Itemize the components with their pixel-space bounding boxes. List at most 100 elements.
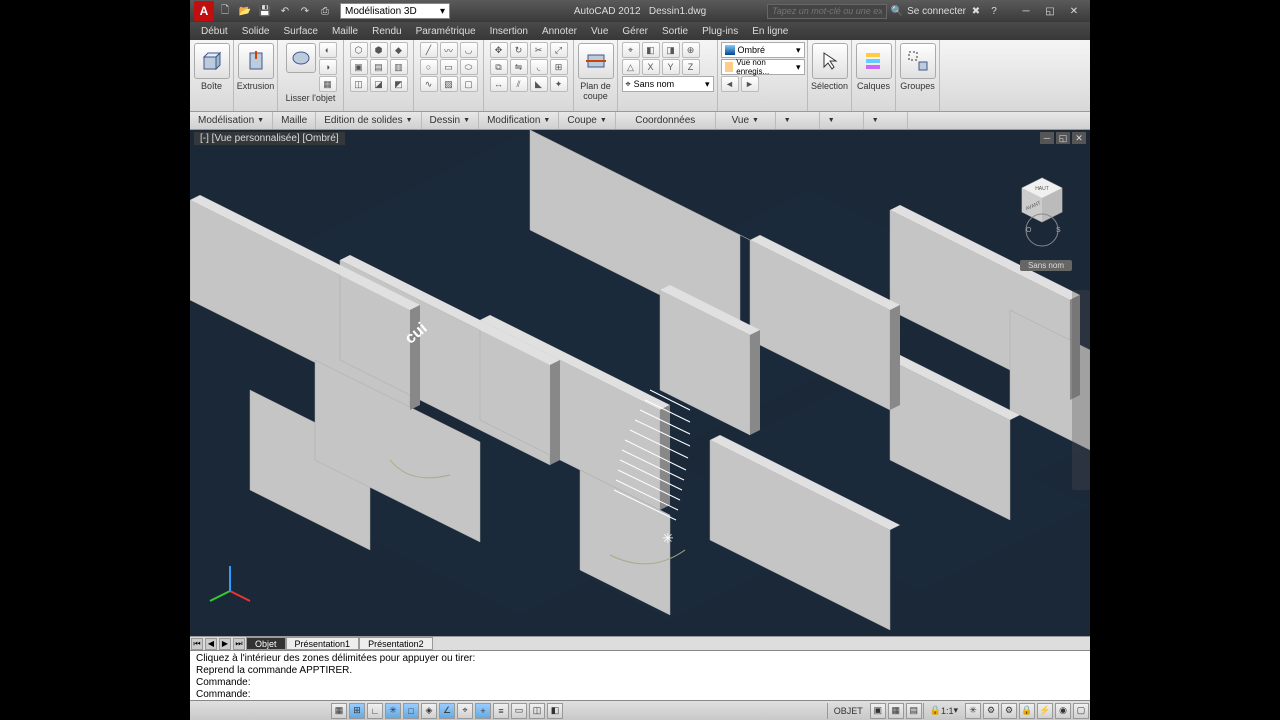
- trim-icon[interactable]: ✂: [530, 42, 548, 58]
- redo-icon[interactable]: ↷: [298, 4, 312, 18]
- status-objet[interactable]: OBJET: [827, 703, 869, 719]
- 3dosnap-toggle[interactable]: ◈: [421, 703, 437, 719]
- qview-layouts-icon[interactable]: ▤: [906, 703, 922, 719]
- presspull-icon[interactable]: ▦: [319, 76, 337, 92]
- osnap-toggle[interactable]: □: [403, 703, 419, 719]
- union-icon[interactable]: ⬡: [350, 42, 368, 58]
- polar-toggle[interactable]: ✳: [385, 703, 401, 719]
- menu-debut[interactable]: Début: [194, 24, 235, 39]
- ptab-sel[interactable]: ▼: [776, 112, 820, 129]
- circle-icon[interactable]: ○: [420, 59, 438, 75]
- mirror-icon[interactable]: ⇋: [510, 59, 528, 75]
- ucs-3point-icon[interactable]: △: [622, 59, 640, 75]
- lisser-button[interactable]: [286, 43, 316, 73]
- rect-icon[interactable]: ▭: [440, 59, 458, 75]
- arc-icon[interactable]: ◡: [460, 42, 478, 58]
- ws-switch-icon[interactable]: ⚙: [1001, 703, 1017, 719]
- menu-gerer[interactable]: Gérer: [615, 24, 655, 39]
- calques-button[interactable]: [856, 43, 892, 79]
- ucs-world-icon[interactable]: ⌖: [622, 42, 640, 58]
- scene-3d[interactable]: [190, 130, 1090, 636]
- view-prev-icon[interactable]: ◄: [721, 76, 739, 92]
- scale-icon[interactable]: ⤢: [550, 42, 568, 58]
- tab-presentation1[interactable]: Présentation1: [286, 637, 360, 650]
- ucs-z-icon[interactable]: Z: [682, 59, 700, 75]
- ellipse-icon[interactable]: ⬭: [460, 59, 478, 75]
- ucs-y-icon[interactable]: Y: [662, 59, 680, 75]
- ptab-modification[interactable]: Modification▼: [479, 112, 559, 129]
- region-icon[interactable]: ▢: [460, 76, 478, 92]
- lwt-toggle[interactable]: ≡: [493, 703, 509, 719]
- save-icon[interactable]: 💾: [258, 4, 272, 18]
- app-logo[interactable]: A: [194, 1, 214, 21]
- ucs-named-combo[interactable]: ⌖Sans nom▾: [622, 76, 714, 92]
- menu-parametrique[interactable]: Paramétrique: [409, 24, 483, 39]
- menu-sortie[interactable]: Sortie: [655, 24, 695, 39]
- ptab-grp[interactable]: ▼: [864, 112, 908, 129]
- anno-auto-icon[interactable]: ⚙: [983, 703, 999, 719]
- copy-icon[interactable]: ⧉: [490, 59, 508, 75]
- menu-enligne[interactable]: En ligne: [745, 24, 795, 39]
- grid-toggle[interactable]: ⊞: [349, 703, 365, 719]
- viewcube[interactable]: HAUT AVANT O S: [1012, 170, 1072, 250]
- sc-toggle[interactable]: ◧: [547, 703, 563, 719]
- subtract-icon[interactable]: ⬢: [370, 42, 388, 58]
- face-move-icon[interactable]: ▤: [370, 59, 388, 75]
- ucs-origin-icon[interactable]: ⊕: [682, 42, 700, 58]
- tab-objet[interactable]: Objet: [246, 637, 286, 650]
- array-icon[interactable]: ⊞: [550, 59, 568, 75]
- model-paper-icon[interactable]: ▣: [870, 703, 886, 719]
- move-icon[interactable]: ✥: [490, 42, 508, 58]
- menu-plugins[interactable]: Plug-ins: [695, 24, 745, 39]
- ortho-toggle[interactable]: ∟: [367, 703, 383, 719]
- line-icon[interactable]: ╱: [420, 42, 438, 58]
- command-window[interactable]: Cliquez à l'intérieur des zones délimité…: [190, 650, 1090, 700]
- stretch-icon[interactable]: ↔: [490, 76, 508, 92]
- tab-prev-icon[interactable]: ◀: [205, 638, 217, 650]
- ucs-face-icon[interactable]: ◧: [642, 42, 660, 58]
- ptab-edition[interactable]: Edition de solides▼: [316, 112, 421, 129]
- menu-rendu[interactable]: Rendu: [365, 24, 408, 39]
- selection-button[interactable]: [812, 43, 848, 79]
- exchange-icon[interactable]: ✖: [968, 4, 984, 18]
- maximize-button[interactable]: ◱: [1038, 3, 1062, 19]
- extrusion-button[interactable]: [238, 43, 274, 79]
- hatch-icon[interactable]: ▨: [440, 76, 458, 92]
- toolbar-lock-icon[interactable]: 🔒: [1019, 703, 1035, 719]
- open-icon[interactable]: 📂: [238, 4, 252, 18]
- explode-icon[interactable]: ✦: [550, 76, 568, 92]
- clean-screen-icon[interactable]: ▢: [1073, 703, 1089, 719]
- ptab-vue[interactable]: Vue▼: [716, 112, 776, 129]
- ptab-coupe[interactable]: Coupe▼: [559, 112, 615, 129]
- close-button[interactable]: ✕: [1062, 3, 1086, 19]
- tab-first-icon[interactable]: ⏮: [191, 638, 203, 650]
- face-extrude-icon[interactable]: ▣: [350, 59, 368, 75]
- view-combo[interactable]: Vue non enregis...▾: [721, 59, 805, 75]
- separate-icon[interactable]: ◩: [390, 76, 408, 92]
- minimize-button[interactable]: ─: [1014, 3, 1038, 19]
- tab-presentation2[interactable]: Présentation2: [359, 637, 433, 650]
- new-icon[interactable]: 🗋: [218, 4, 232, 18]
- imprint-icon[interactable]: ◪: [370, 76, 388, 92]
- ducs-toggle[interactable]: ⌖: [457, 703, 473, 719]
- viewcube-label[interactable]: Sans nom: [1020, 260, 1072, 271]
- anno-vis-icon[interactable]: ✳: [965, 703, 981, 719]
- boite-button[interactable]: [194, 43, 230, 79]
- otrack-toggle[interactable]: ∠: [439, 703, 455, 719]
- ptab-coordonnees[interactable]: Coordonnées: [616, 112, 716, 129]
- intersect-icon[interactable]: ◆: [390, 42, 408, 58]
- nav-bar[interactable]: [1072, 290, 1090, 490]
- viewport[interactable]: [-] [Vue personnalisée] [Ombré] ─ ◱ ✕: [190, 130, 1090, 636]
- hardware-accel-icon[interactable]: ⚡: [1037, 703, 1053, 719]
- view-next-icon[interactable]: ►: [741, 76, 759, 92]
- polyline-icon[interactable]: 〰: [440, 42, 458, 58]
- search-input[interactable]: [767, 4, 887, 19]
- ptab-dessin[interactable]: Dessin▼: [422, 112, 480, 129]
- qp-toggle[interactable]: ◫: [529, 703, 545, 719]
- ptab-maille[interactable]: Maille: [273, 112, 316, 129]
- undo-icon[interactable]: ↶: [278, 4, 292, 18]
- menu-solide[interactable]: Solide: [235, 24, 277, 39]
- menu-insertion[interactable]: Insertion: [483, 24, 535, 39]
- ptab-modelisation[interactable]: Modélisation▼: [190, 112, 273, 129]
- chamfer-icon[interactable]: ◣: [530, 76, 548, 92]
